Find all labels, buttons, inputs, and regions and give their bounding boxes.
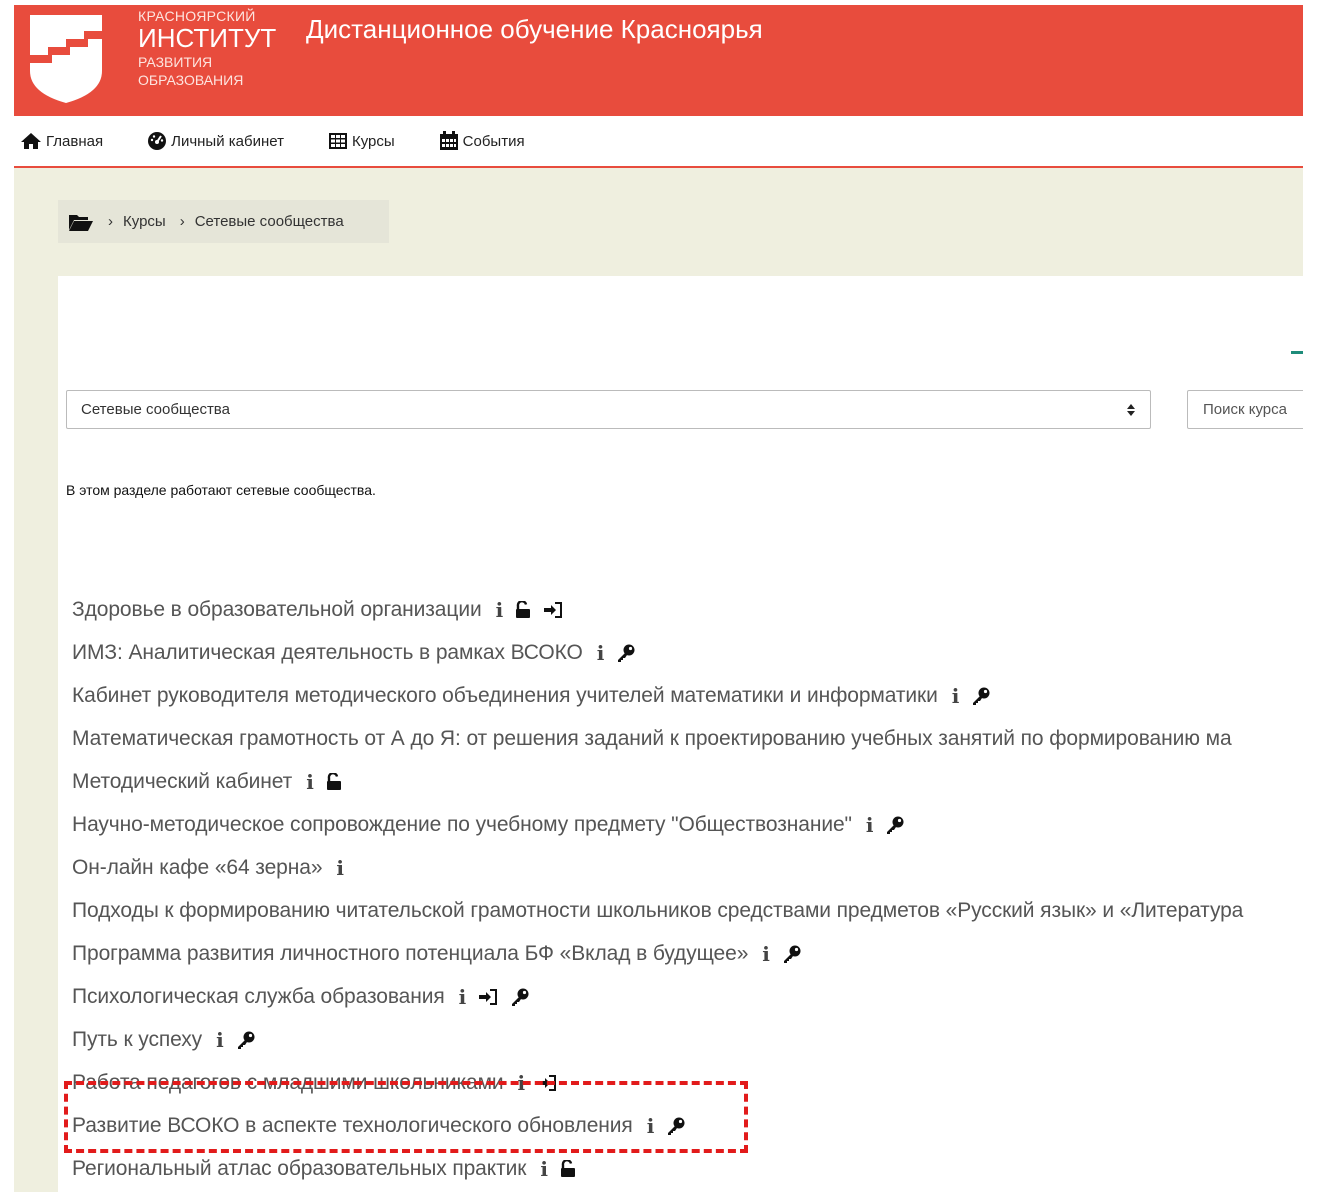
viewport-edge: [1303, 0, 1325, 1192]
info-icon[interactable]: i: [762, 942, 770, 966]
category-select-value: Сетевые сообщества: [81, 401, 230, 418]
logo-line-1: КРАСНОЯРСКИЙ: [138, 8, 256, 24]
info-icon[interactable]: i: [518, 1071, 526, 1095]
unlock-icon[interactable]: [515, 600, 531, 619]
info-icon[interactable]: i: [306, 770, 314, 794]
sign-in-icon[interactable]: [543, 601, 563, 618]
course-item: ИМЗ: Аналитическая деятельность в рамках…: [72, 631, 1303, 674]
breadcrumb-item-current[interactable]: Сетевые сообщества: [195, 213, 344, 230]
nav-item-dashboard[interactable]: Личный кабинет: [147, 131, 284, 151]
info-icon[interactable]: i: [597, 641, 605, 665]
course-item: Путь к успеху i: [72, 1018, 1303, 1061]
category-description: В этом разделе работают сетевые сообщест…: [66, 482, 376, 498]
course-link[interactable]: Работа педагогов с младшими школьниками: [72, 1071, 504, 1095]
course-link[interactable]: Путь к успеху: [72, 1028, 202, 1052]
home-icon: [21, 133, 41, 149]
logo-text: КРАСНОЯРСКИЙ ИНСТИТУТ РАЗВИТИЯ ОБРАЗОВАН…: [138, 9, 276, 87]
site-header: КРАСНОЯРСКИЙ ИНСТИТУТ РАЗВИТИЯ ОБРАЗОВАН…: [14, 5, 1303, 116]
search-course-label: Поиск курса: [1203, 401, 1287, 418]
course-link[interactable]: Методический кабинет: [72, 770, 292, 794]
course-item: Здоровье в образовательной организации i: [72, 588, 1303, 631]
course-item: Развитие ВСОКО в аспекте технологическог…: [72, 1104, 1303, 1147]
course-link[interactable]: Он-лайн кафе «64 зерна»: [72, 856, 323, 880]
info-icon[interactable]: i: [459, 985, 467, 1009]
course-item: Психологическая служба образования i: [72, 975, 1303, 1018]
info-icon[interactable]: i: [496, 598, 504, 622]
search-course-button[interactable]: Поиск курса: [1187, 390, 1317, 429]
sign-in-icon[interactable]: [537, 1074, 557, 1091]
nav-label-events: События: [462, 132, 525, 150]
teal-marker: [1291, 351, 1303, 354]
unlock-icon[interactable]: [326, 772, 342, 791]
info-icon[interactable]: i: [336, 856, 344, 880]
nav-label-courses: Курсы: [351, 132, 395, 150]
course-link[interactable]: Кабинет руководителя методического объед…: [72, 684, 938, 708]
logo-line-2: ИНСТИТУТ: [138, 23, 277, 53]
key-icon[interactable]: [782, 944, 802, 964]
logo-line-4: ОБРАЗОВАНИЯ: [138, 72, 244, 88]
course-item: Программа развития личностного потенциал…: [72, 932, 1303, 975]
category-select[interactable]: Сетевые сообщества: [66, 390, 1151, 429]
calendar-icon: [439, 131, 458, 150]
dashboard-icon: [148, 132, 167, 150]
info-icon[interactable]: i: [952, 684, 960, 708]
key-icon[interactable]: [666, 1116, 686, 1136]
folder-open-icon[interactable]: [68, 212, 94, 232]
breadcrumb-item-courses[interactable]: Курсы: [123, 213, 166, 230]
course-item: Кабинет руководителя методического объед…: [72, 674, 1303, 717]
info-icon[interactable]: i: [866, 813, 874, 837]
key-icon[interactable]: [885, 815, 905, 835]
logo-line-3: РАЗВИТИЯ: [138, 54, 213, 70]
course-item: Научно-методическое сопровождение по уче…: [72, 803, 1303, 846]
sign-in-icon[interactable]: [478, 988, 498, 1005]
nav-label-dashboard: Личный кабинет: [171, 132, 284, 150]
key-icon[interactable]: [971, 686, 991, 706]
course-item: Он-лайн кафе «64 зерна» i: [72, 846, 1303, 889]
grid-icon: [328, 133, 347, 149]
key-icon[interactable]: [510, 987, 530, 1007]
nav-item-events[interactable]: События: [439, 131, 525, 151]
nav-item-courses[interactable]: Курсы: [328, 132, 395, 150]
course-item: Подходы к формированию читательской грам…: [72, 889, 1303, 932]
course-link[interactable]: ИМЗ: Аналитическая деятельность в рамках…: [72, 641, 583, 665]
nav-label-home: Главная: [46, 132, 104, 150]
site-title[interactable]: Дистанционное обучение Красноярья: [306, 14, 763, 45]
course-link[interactable]: Развитие ВСОКО в аспекте технологическог…: [72, 1114, 633, 1138]
course-link[interactable]: Психологическая служба образования: [72, 985, 445, 1009]
course-link[interactable]: Научно-методическое сопровождение по уче…: [72, 813, 852, 837]
main-nav: Главная Личный кабинет Курсы События: [14, 116, 1303, 168]
logo-shield-icon: [30, 15, 102, 103]
course-item: Математическая грамотность от А до Я: от…: [72, 717, 1303, 760]
unlock-icon[interactable]: [560, 1159, 576, 1178]
info-icon[interactable]: i: [540, 1157, 548, 1181]
course-link[interactable]: Программа развития личностного потенциал…: [72, 942, 748, 966]
course-item: Методический кабинет i: [72, 760, 1303, 803]
course-link[interactable]: Подходы к формированию читательской грам…: [72, 899, 1243, 923]
nav-item-home[interactable]: Главная: [20, 132, 103, 150]
course-item: Региональный атлас образовательных практ…: [72, 1147, 1303, 1190]
course-link[interactable]: Здоровье в образовательной организации: [72, 598, 482, 622]
key-icon[interactable]: [236, 1030, 256, 1050]
course-item: Работа педагогов с младшими школьниками i: [72, 1061, 1303, 1104]
course-list: Здоровье в образовательной организации i И…: [72, 588, 1303, 1190]
breadcrumb: › Курсы › Сетевые сообщества: [58, 200, 389, 243]
course-link[interactable]: Региональный атлас образовательных практ…: [72, 1157, 526, 1181]
key-icon[interactable]: [616, 643, 636, 663]
sort-arrows-icon: [1127, 404, 1135, 416]
info-icon[interactable]: i: [647, 1114, 655, 1138]
info-icon[interactable]: i: [216, 1028, 224, 1052]
chevron-right-icon: ›: [108, 213, 113, 230]
course-link[interactable]: Математическая грамотность от А до Я: от…: [72, 727, 1232, 751]
chevron-right-icon: ›: [179, 213, 185, 230]
